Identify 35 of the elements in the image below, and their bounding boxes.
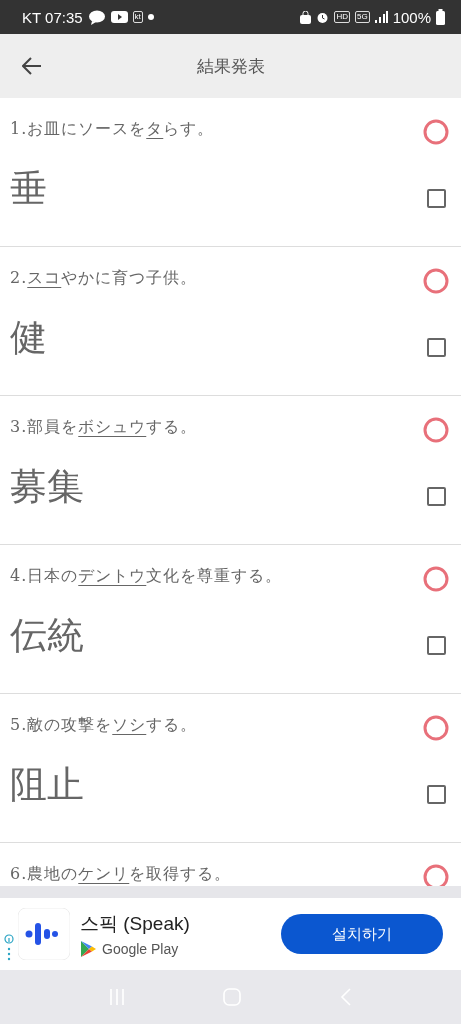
app-name: 스픽 (Speak) bbox=[80, 911, 191, 936]
checkbox[interactable] bbox=[426, 486, 446, 506]
signal-icon bbox=[374, 11, 388, 23]
checkbox[interactable] bbox=[426, 635, 446, 655]
alarm-icon bbox=[316, 10, 330, 24]
battery-percent: 100% bbox=[392, 8, 431, 26]
answer-text: 健 bbox=[10, 315, 48, 361]
chat-bubble-icon bbox=[87, 9, 106, 25]
checkbox[interactable] bbox=[426, 784, 446, 804]
store-name: Google Play bbox=[102, 940, 179, 957]
install-button[interactable]: 설치하기 bbox=[281, 914, 443, 954]
info-icon[interactable] bbox=[4, 934, 14, 962]
hd-badge: HD bbox=[334, 11, 350, 23]
network-badge: 5G bbox=[354, 11, 370, 23]
battery-icon bbox=[436, 9, 445, 25]
answer-text: 垂 bbox=[10, 166, 48, 212]
answer-text: 伝統 bbox=[10, 613, 85, 659]
screen-title: 結果発表 bbox=[196, 54, 265, 78]
answer-text: 募集 bbox=[10, 464, 85, 510]
app-logo-icon bbox=[18, 908, 70, 960]
lock-icon bbox=[300, 10, 312, 24]
question-text: 4.日本のデントウ文化を尊重する。 bbox=[10, 566, 284, 587]
question-text: 2.スコやかに育つ子供。 bbox=[10, 268, 199, 289]
play-store-icon bbox=[80, 939, 96, 958]
play-icon bbox=[110, 11, 128, 23]
question-text: 1.お皿にソースを タ らす。 bbox=[10, 119, 216, 140]
dot-icon bbox=[147, 14, 154, 20]
checkbox[interactable] bbox=[426, 337, 446, 357]
kt-badge: kt bbox=[132, 11, 143, 23]
checkbox[interactable] bbox=[426, 188, 446, 208]
answer-text: 阻止 bbox=[10, 762, 85, 808]
question-text: 5.敵の攻撃を ソシする。 bbox=[10, 715, 199, 736]
question-text: 6.農地のケンリ を取得する。 bbox=[10, 864, 233, 885]
carrier-time: KT 07:35 bbox=[22, 8, 83, 26]
question-text: 3.部員をボシュウする。 bbox=[10, 417, 199, 438]
